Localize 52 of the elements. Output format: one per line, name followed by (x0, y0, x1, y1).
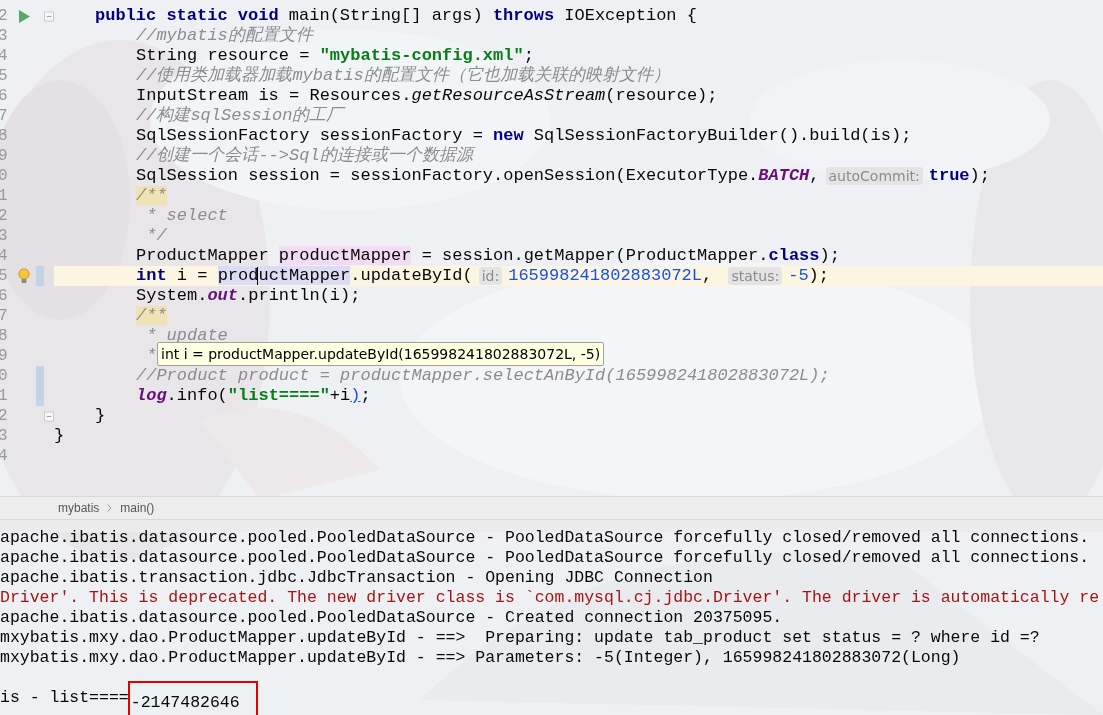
code-text: log.info("list===="+i); (136, 385, 371, 408)
code-text: InputStream is = Resources.getResourceAsStream(resource); (136, 85, 718, 106)
parameter-hint: autoCommit: (825, 167, 923, 185)
code-text: SqlSession session = sessionFactory.openSession(ExecutorType.BATCH, (136, 165, 820, 188)
console-text: Driver'. This is deprecated. The new driver class is `com.mysql.cj.jdbc.Driver'. The driver is automatically re (0, 586, 1100, 609)
console-text: mxybatis.mxy.dao.ProductMapper.updateById - ==> Parameters: -5(Integer), 165998241802883072(Long) (0, 646, 961, 669)
console-text: apache.ibatis.datasource.pooled.PooledDataSource - PooledDataSource forcefully closed/removed all connections. (0, 546, 1090, 569)
code-text: 165998241802883072L, (508, 265, 714, 288)
code-text: //使用类加载器加载mybatis的配置文件（它也加载关联的映射文件） (136, 64, 670, 88)
console-text: apache.ibatis.transaction.jdbc.JdbcTransaction - Opening JDBC Connection (0, 566, 713, 589)
lightbulb-icon[interactable] (18, 268, 30, 284)
code-text: //mybatis的配置文件 (136, 25, 313, 48)
code-text: true); (928, 165, 990, 188)
highlight-box: -2147482646 (127, 680, 258, 715)
console-text: apache.ibatis.datasource.pooled.PooledDataSource - Created connection 20375095. (0, 606, 783, 629)
parameter-hint: status: (728, 267, 783, 285)
code-text: //Product product = productMapper.selectAnById(165998241802883072L); (136, 365, 830, 388)
console-text: mxybatis.mxy.dao.ProductMapper.updateById - ==> Preparing: update tab_product set status = ? where id =? (0, 626, 1040, 649)
line-number: 2 (0, 206, 9, 227)
code-text: System.out.println(i); (136, 285, 361, 308)
console-text: apache.ibatis.datasource.pooled.PooledDataSource - PooledDataSource forcefully closed/removed all connections. (0, 528, 1090, 549)
code-text: * select (145, 205, 228, 228)
code-text: } (95, 405, 106, 428)
code-text: SqlSessionFactory sessionFactory = new SqlSessionFactoryBuilder().build(is); (136, 125, 912, 146)
line-number: 2 (0, 406, 9, 427)
line-number: 2 (0, 6, 9, 27)
code-text: /** (136, 305, 167, 328)
line-number: 6 (0, 86, 9, 107)
code-text: */ (145, 225, 167, 248)
code-text: * (145, 345, 157, 368)
run-icon[interactable] (18, 9, 30, 23)
code-text: int i = productMapper.updateById( (136, 265, 473, 288)
breadcrumb-item[interactable]: main() (120, 499, 155, 517)
console-text: is - list==== (0, 686, 129, 709)
line-number: 7 (0, 306, 9, 327)
chevron-icon (107, 504, 113, 512)
code-text: /** (136, 185, 167, 208)
code-text: -5); (788, 265, 829, 288)
fold-icon[interactable] (44, 410, 54, 422)
code-text: ProductMapper productMapper = session.getMapper(ProductMapper.class); (136, 245, 840, 268)
code-text: } (54, 425, 65, 448)
line-number: 1 (0, 186, 9, 207)
code-text: //构建sqlSession的工厂 (136, 105, 344, 128)
line-number: 1 (0, 386, 9, 407)
code-text: String resource = "mybatis-config.xml"; (136, 45, 534, 66)
line-number: 7 (0, 106, 9, 127)
parameter-hint: id: (478, 267, 503, 285)
fold-icon[interactable] (44, 10, 54, 22)
line-number: 6 (0, 286, 9, 307)
code-text: public static void main(String[] args) throws IOException { (95, 5, 697, 26)
breadcrumb-item[interactable]: mybatis (58, 499, 100, 517)
tooltip: int i = productMapper.updateById(165998241802883072L, -5) (157, 342, 605, 366)
